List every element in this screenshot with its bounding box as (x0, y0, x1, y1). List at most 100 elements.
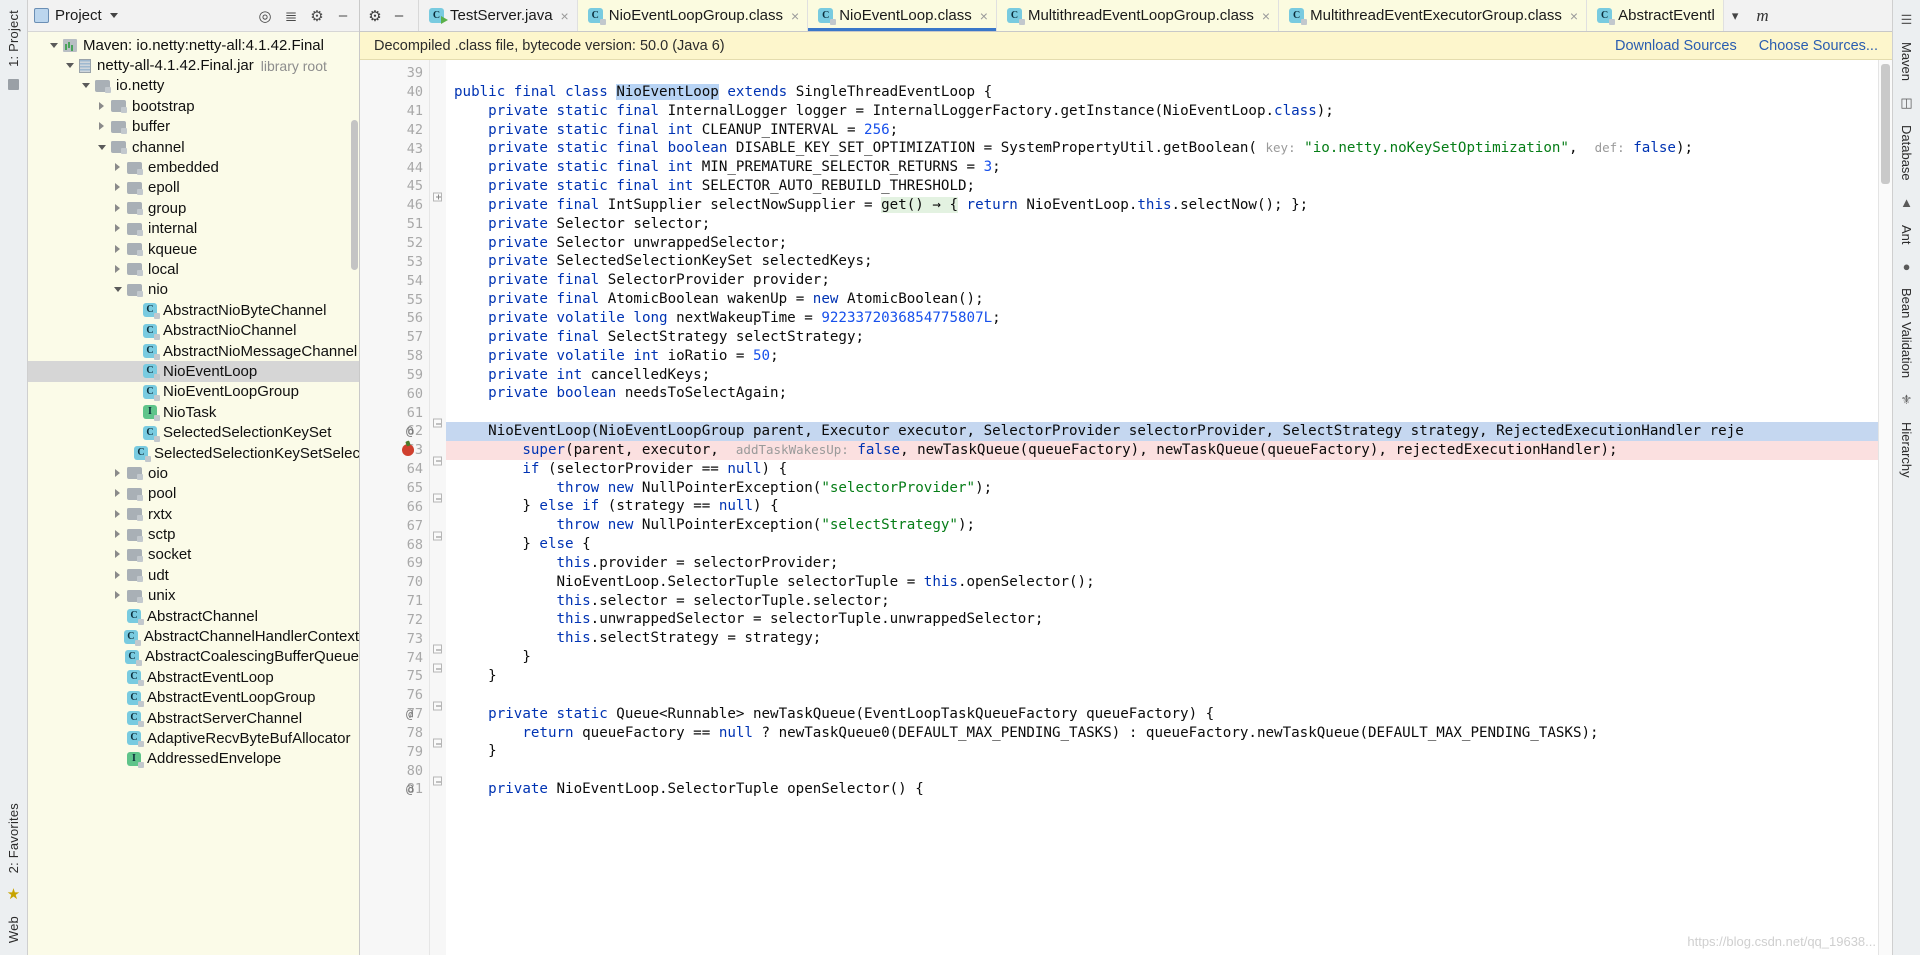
error-stripe-scrollbar[interactable] (1878, 60, 1892, 955)
tree-node[interactable]: oio (28, 463, 359, 483)
tree-node[interactable]: C SelectedSelectionKeySet (28, 422, 359, 442)
code-line[interactable]: private int cancelledKeys; (446, 366, 1878, 385)
breakpoint-icon[interactable] (402, 444, 414, 457)
editor-tab[interactable]: C MultithreadEventExecutorGroup.class × (1279, 0, 1588, 31)
code-line[interactable]: NioEventLoop(NioEventLoopGroup parent, E… (446, 422, 1878, 441)
code-line[interactable]: private Selector unwrappedSelector; (446, 234, 1878, 253)
fold-collapse-icon[interactable] (433, 738, 442, 748)
tree-node[interactable]: C AbstractCoalescingBufferQueue (28, 647, 359, 667)
gutter-line-number[interactable]: 76 (360, 686, 429, 705)
tool-window-maven[interactable]: Maven (1899, 36, 1914, 87)
code-line[interactable]: private Selector selector; (446, 215, 1878, 234)
ant-icon[interactable]: ▲ (1898, 194, 1916, 212)
download-sources-link[interactable]: Download Sources (1615, 38, 1737, 54)
tree-node[interactable]: kqueue (28, 239, 359, 259)
minimize-icon[interactable]: – (388, 5, 410, 27)
gutter-line-number[interactable]: 55 (360, 290, 429, 309)
code-line[interactable]: this.selector = selectorTuple.selector; (446, 592, 1878, 611)
tree-node[interactable]: C AbstractChannelHandlerContext (28, 626, 359, 646)
twisty-collapsed-icon[interactable] (114, 468, 123, 478)
fold-collapse-icon[interactable] (433, 456, 442, 466)
tree-node[interactable]: io.netty (28, 76, 359, 96)
gutter-line-number[interactable]: 58 (360, 347, 429, 366)
code-line[interactable] (446, 761, 1878, 780)
code-line[interactable]: private final AtomicBoolean wakenUp = ne… (446, 290, 1878, 309)
fold-cell[interactable] (430, 456, 446, 475)
tool-window-web[interactable]: Web (6, 912, 21, 947)
fold-collapse-icon[interactable] (433, 701, 442, 711)
fold-collapse-icon[interactable] (433, 493, 442, 503)
code-line[interactable]: throw new NullPointerException("selector… (446, 479, 1878, 498)
tree-node[interactable]: embedded (28, 157, 359, 177)
gutter-line-number[interactable]: 40 (360, 83, 429, 102)
twisty-expanded-icon[interactable] (82, 81, 91, 90)
fold-collapse-icon[interactable] (433, 776, 442, 786)
tool-window-bean-validation[interactable]: Bean Validation (1899, 282, 1914, 384)
code-line[interactable]: this.unwrappedSelector = selectorTuple.u… (446, 610, 1878, 629)
code-line[interactable] (446, 403, 1878, 422)
database-icon[interactable]: ◫ (1898, 94, 1916, 112)
tree-node[interactable]: Maven: io.netty:netty-all:4.1.42.Final (28, 35, 359, 55)
settings-gear-icon[interactable]: ⚙ (307, 6, 327, 26)
gutter-line-number[interactable]: 66 (360, 497, 429, 516)
code-line[interactable]: private boolean needsToSelectAgain; (446, 384, 1878, 403)
code-line[interactable]: private final SelectorProvider provider; (446, 271, 1878, 290)
gutter-line-number[interactable]: 44 (360, 158, 429, 177)
close-icon[interactable]: × (791, 8, 799, 24)
gutter-line-number[interactable]: 77 @ (360, 705, 429, 724)
tree-node[interactable]: C AbstractNioChannel (28, 320, 359, 340)
code-line[interactable]: private static final int MIN_PREMATURE_S… (446, 158, 1878, 177)
project-tree[interactable]: Maven: io.netty:netty-all:4.1.42.Final ne… (28, 32, 359, 955)
code-line[interactable]: public final class NioEventLoop extends … (446, 83, 1878, 102)
tree-node[interactable]: C SelectedSelectionKeySetSelect (28, 443, 359, 463)
choose-sources-link[interactable]: Choose Sources... (1759, 38, 1878, 54)
code-line[interactable]: return queueFactory == null ? newTaskQue… (446, 724, 1878, 743)
tool-window-project[interactable]: 1: Project (6, 6, 21, 71)
gutter-line-number[interactable]: 62 @ (360, 422, 429, 441)
gutter-line-number[interactable]: 81 @ (360, 780, 429, 799)
gutter-line-number[interactable]: 71 (360, 592, 429, 611)
twisty-collapsed-icon[interactable] (114, 163, 123, 172)
code-line[interactable]: } (446, 648, 1878, 667)
tree-node[interactable]: netty-all-4.1.42.Final.jar library root (28, 55, 359, 75)
tree-node[interactable]: C AbstractNioMessageChannel (28, 341, 359, 361)
twisty-expanded-icon[interactable] (50, 41, 59, 50)
code-line[interactable]: private final IntSupplier selectNowSuppl… (446, 196, 1878, 215)
twisty-collapsed-icon[interactable] (114, 224, 123, 233)
tree-node[interactable]: C AbstractEventLoopGroup (28, 688, 359, 708)
gutter-line-number[interactable]: 46 (360, 196, 429, 215)
gutter-line-number[interactable]: 57 (360, 328, 429, 347)
gutter-line-number[interactable]: 56 (360, 309, 429, 328)
editor-tab[interactable]: C AbstractEventl (1587, 0, 1724, 31)
editor-tab[interactable]: C NioEventLoopGroup.class × (577, 0, 809, 31)
code-line[interactable]: private volatile long nextWakeupTime = 9… (446, 309, 1878, 328)
twisty-expanded-icon[interactable] (114, 285, 123, 294)
fold-expand-icon[interactable] (433, 192, 442, 202)
chevron-down-icon[interactable]: ▾ (1724, 0, 1747, 31)
twisty-collapsed-icon[interactable] (114, 264, 123, 274)
tree-node[interactable]: buffer (28, 117, 359, 137)
fold-column[interactable] (430, 60, 446, 955)
bean-validation-icon[interactable]: ● (1898, 257, 1916, 275)
gutter-line-number[interactable]: 61 (360, 403, 429, 422)
gutter-line-number[interactable]: 39 (360, 64, 429, 83)
tree-node[interactable]: group (28, 198, 359, 218)
gutter-line-number[interactable]: 75 (360, 667, 429, 686)
tool-window-database[interactable]: Database (1899, 119, 1914, 187)
twisty-expanded-icon[interactable] (98, 143, 107, 152)
gutter-line-number[interactable]: 74 (360, 648, 429, 667)
code-line[interactable]: } (446, 742, 1878, 761)
gutter-line-number[interactable]: 78 (360, 724, 429, 743)
gutter-line-number[interactable]: 63 (360, 441, 429, 460)
gutter-line-number[interactable]: 42 (360, 121, 429, 140)
maven-icon[interactable]: ☰ (1898, 11, 1916, 29)
tree-node[interactable]: C AbstractNioByteChannel (28, 300, 359, 320)
tree-node[interactable]: nio (28, 280, 359, 300)
code-line[interactable]: private static final int SELECTOR_AUTO_R… (446, 177, 1878, 196)
close-icon[interactable]: × (1262, 8, 1270, 24)
twisty-collapsed-icon[interactable] (114, 244, 123, 254)
twisty-collapsed-icon[interactable] (114, 183, 123, 192)
annotation-marker-icon[interactable]: @ (406, 424, 413, 438)
tree-node[interactable]: sctp (28, 524, 359, 544)
gutter-line-number[interactable]: 59 (360, 366, 429, 385)
